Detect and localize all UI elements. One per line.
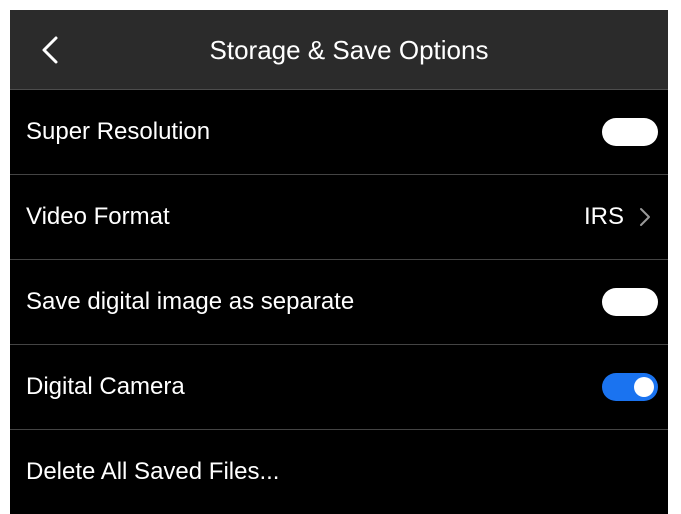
- save-digital-image-toggle[interactable]: [602, 288, 658, 316]
- toggle-knob: [634, 377, 654, 397]
- setting-row-digital-camera[interactable]: Digital Camera: [10, 345, 668, 430]
- setting-row-save-digital-image[interactable]: Save digital image as separate: [10, 260, 668, 345]
- setting-label: Video Format: [26, 203, 170, 230]
- page-title: Storage & Save Options: [209, 35, 489, 65]
- video-format-value: IRS: [583, 203, 624, 230]
- super-resolution-toggle[interactable]: [602, 118, 658, 146]
- toggle-knob: [606, 122, 626, 142]
- setting-label: Digital Camera: [26, 373, 185, 400]
- setting-label: Save digital image as separate: [26, 288, 355, 315]
- header-bar: Storage & Save Options: [10, 10, 668, 90]
- delete-all-label: Delete All Saved Files...: [26, 458, 280, 485]
- toggle-knob: [606, 292, 626, 312]
- video-format-selector[interactable]: IRS: [584, 175, 652, 259]
- setting-row-super-resolution[interactable]: Super Resolution: [10, 90, 668, 175]
- chevron-right-icon: [638, 205, 652, 229]
- setting-label: Super Resolution: [26, 118, 211, 145]
- setting-row-delete-all[interactable]: Delete All Saved Files...: [10, 430, 668, 514]
- settings-list: Super Resolution Video Format IRS Save d…: [10, 90, 668, 514]
- settings-screen: Storage & Save Options Super Resolution …: [10, 10, 668, 514]
- digital-camera-toggle[interactable]: [602, 373, 658, 401]
- setting-row-video-format[interactable]: Video Format IRS: [10, 175, 668, 260]
